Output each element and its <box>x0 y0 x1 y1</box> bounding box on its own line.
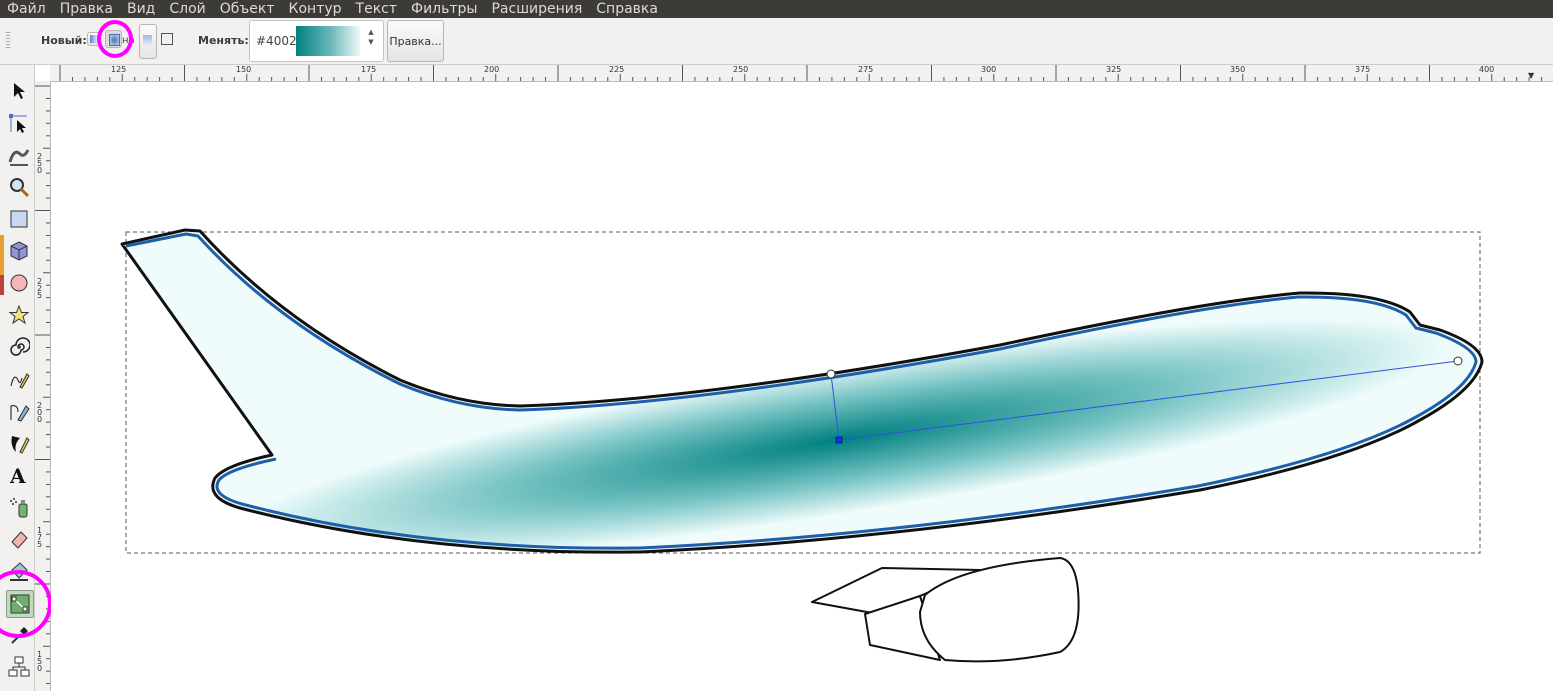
fill-icon <box>143 35 152 46</box>
rectangle-icon <box>10 210 28 228</box>
toolbar-grip[interactable] <box>6 32 10 48</box>
text-a-icon: A <box>9 464 26 486</box>
star-tool[interactable] <box>6 302 32 328</box>
tool-controls-bar: Новый: на Менять: #4002 ▲ ▼ Правка... <box>0 18 1553 65</box>
text-tool[interactable]: A <box>6 462 32 488</box>
3d-box-tool[interactable] <box>6 238 32 264</box>
menu-object[interactable]: Объект <box>213 0 282 18</box>
node-tool[interactable] <box>6 110 32 136</box>
menu-extensions[interactable]: Расширения <box>484 0 589 18</box>
magnifier-icon <box>10 178 30 198</box>
menu-bar: Файл Правка Вид Слой Объект Контур Текст… <box>0 0 1553 18</box>
zoom-tool[interactable] <box>6 174 32 200</box>
svg-text:A: A <box>9 464 26 486</box>
eraser-icon <box>11 531 28 549</box>
h-ruler-label-275: 275 <box>858 65 874 74</box>
eraser-tool[interactable] <box>6 526 32 552</box>
edit-gradient-button[interactable]: Правка... <box>387 20 444 62</box>
gradient-center-handle[interactable] <box>835 436 843 444</box>
v-ruler-label-150: 150 <box>37 650 43 673</box>
change-label: Менять: <box>198 34 249 47</box>
h-ruler-label-400: 400 <box>1479 65 1495 74</box>
spray-can-icon <box>10 498 28 518</box>
connector-tool[interactable] <box>6 654 32 680</box>
gradient-preview <box>296 26 360 56</box>
menu-help[interactable]: Справка <box>589 0 665 18</box>
gradient-select-dropdown[interactable]: #4002 ▲ ▼ <box>249 20 384 62</box>
h-ruler-label-150: 150 <box>236 65 252 74</box>
selector-tool[interactable] <box>6 78 32 104</box>
ellipse-tool[interactable] <box>6 270 32 296</box>
arrow-pointer-icon <box>14 83 25 99</box>
h-ruler-label-300: 300 <box>981 65 997 74</box>
h-ruler-label-225: 225 <box>609 65 625 74</box>
dropdown-spin-arrows-icon[interactable]: ▲ ▼ <box>366 27 376 55</box>
menu-view[interactable]: Вид <box>120 0 162 18</box>
spray-tool[interactable] <box>6 494 32 520</box>
star-icon <box>8 304 30 325</box>
calligraphy-pen-icon <box>11 436 30 454</box>
drawing-canvas[interactable] <box>51 82 1553 691</box>
h-ruler-label-200: 200 <box>484 65 500 74</box>
h-ruler-label-350: 350 <box>1230 65 1246 74</box>
pencil-tool[interactable] <box>6 366 32 392</box>
canvas-artwork <box>120 228 1484 663</box>
connector-icon <box>8 656 30 677</box>
spiral-tool[interactable] <box>6 334 32 360</box>
h-ruler-label-375: 375 <box>1355 65 1371 74</box>
horizontal-ruler: 125 150 175 200 225 250 275 300 325 350 … <box>50 65 1553 82</box>
circle-icon <box>10 274 28 292</box>
tweak-wave-icon <box>8 149 30 166</box>
menu-path[interactable]: Контур <box>282 0 349 18</box>
menu-edit[interactable]: Правка <box>53 0 120 18</box>
annotation-circle-new-radial <box>97 20 133 58</box>
h-ruler-label-325: 325 <box>1106 65 1122 74</box>
menu-text[interactable]: Текст <box>349 0 404 18</box>
horizontal-ruler-ticks <box>59 65 1543 81</box>
h-ruler-label-250: 250 <box>733 65 749 74</box>
rectangle-tool[interactable] <box>6 206 32 232</box>
gradient-end-handle[interactable] <box>1453 356 1463 366</box>
tweak-tool[interactable] <box>6 142 32 168</box>
fill-target-button[interactable] <box>139 24 157 59</box>
spiral-icon <box>10 337 30 356</box>
palette-edge-orange <box>0 235 4 275</box>
palette-edge-red <box>0 275 4 295</box>
ruler-scroll-arrow-icon: ▼ <box>1528 71 1535 80</box>
gradient-radius-handle[interactable] <box>826 369 836 379</box>
v-ruler-label-175: 175 <box>37 526 43 549</box>
v-ruler-label-200: 200 <box>37 401 43 424</box>
airplane-fuselage-shape[interactable] <box>120 228 1484 554</box>
v-ruler-label-250: 250 <box>37 152 43 175</box>
calligraphy-tool[interactable] <box>6 430 32 456</box>
pencil-icon <box>10 373 30 389</box>
stroke-target-button[interactable] <box>161 33 173 45</box>
gradient-name: #4002 <box>256 34 297 48</box>
toolbox: A <box>0 65 52 691</box>
3d-box-icon <box>10 241 28 261</box>
linear-gradient-icon <box>90 35 97 43</box>
pen-tool[interactable] <box>6 398 32 424</box>
menu-layer[interactable]: Слой <box>162 0 212 18</box>
pen-bezier-icon <box>10 405 30 422</box>
v-ruler-label-225: 225 <box>37 277 43 300</box>
node-edit-icon <box>9 114 27 133</box>
h-ruler-label-125: 125 <box>111 65 127 74</box>
new-label: Новый: <box>41 34 87 47</box>
h-ruler-label-175: 175 <box>361 65 377 74</box>
menu-filters[interactable]: Фильтры <box>404 0 484 18</box>
menu-file[interactable]: Файл <box>0 0 53 18</box>
